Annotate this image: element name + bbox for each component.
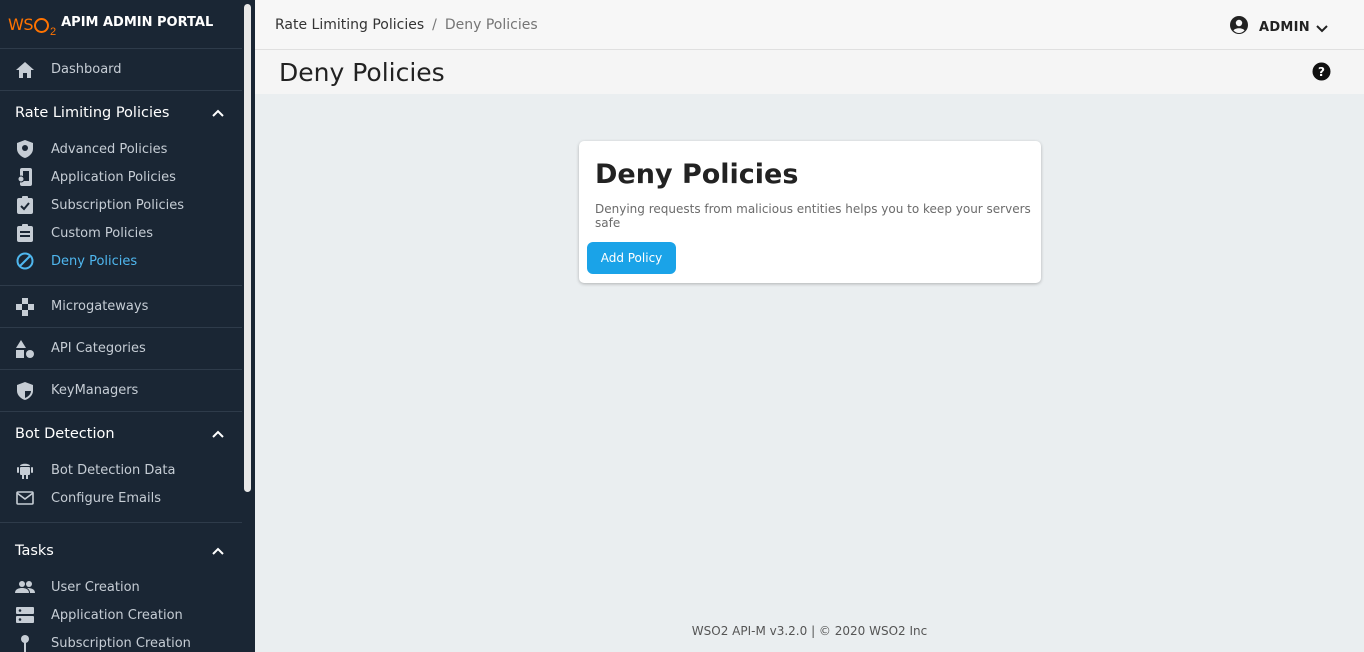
sidebar-item-label: Application Creation [51,607,183,623]
tasks-section: Tasks User Creation Application Creation… [0,523,242,652]
custom-policy-icon [15,223,35,243]
svg-text:?: ? [1318,65,1325,79]
sidebar-item-dashboard[interactable]: Dashboard [0,49,242,91]
android-icon [15,460,35,480]
shield-icon [15,381,35,401]
brand-title: APIM ADMIN PORTAL [61,14,214,30]
sidebar-item-user-creation[interactable]: User Creation [0,573,242,601]
sidebar-item-deny-policies[interactable]: Deny Policies [0,247,242,275]
breadcrumb-current: Deny Policies [444,16,538,33]
sidebar-item-application-creation[interactable]: Application Creation [0,601,242,629]
sidebar-item-label: API Categories [51,341,146,356]
top-bar: Rate Limiting Policies / Deny Policies A… [255,0,1364,50]
subscription-policy-icon [15,195,35,215]
bot-detection-header[interactable]: Bot Detection [0,412,242,456]
sidebar-item-label: Advanced Policies [51,141,168,157]
sidebar-item-advanced-policies[interactable]: Advanced Policies [0,135,242,163]
advanced-policy-icon [15,139,35,159]
user-menu[interactable]: ADMIN [1229,15,1328,39]
footer: WSO2 API-M v3.2.0 | © 2020 WSO2 Inc [691,624,928,638]
storage-icon [15,605,35,625]
deny-policies-card: Deny Policies Denying requests from mali… [579,141,1041,283]
section-title: Rate Limiting Policies [15,105,170,121]
category-icon [15,339,35,359]
pin-icon [15,633,35,652]
breadcrumb: Rate Limiting Policies / Deny Policies [275,17,538,33]
page-header: Deny Policies ? [255,50,1364,94]
add-policy-button[interactable]: Add Policy [587,242,676,274]
card-title: Deny Policies [595,159,799,190]
account-circle-icon [1229,15,1249,39]
rate-limiting-section: Rate Limiting Policies Advanced Policies… [0,91,242,286]
sidebar-item-label: Subscription Policies [51,197,184,213]
sidebar: WS 2 APIM ADMIN PORTAL Dashboard Rate Lim… [0,0,242,652]
sidebar-item-label: Microgateways [51,299,149,314]
home-icon [15,60,35,80]
card-description: Denying requests from malicious entities… [595,202,1031,230]
users-icon [15,577,35,597]
page-title: Deny Policies [279,57,445,87]
application-policy-icon [15,167,35,187]
sidebar-item-label: Dashboard [51,62,122,77]
chevron-down-icon [1316,18,1328,37]
sidebar-item-keymanagers[interactable]: KeyManagers [0,370,242,412]
help-icon[interactable]: ? [1312,62,1331,86]
chevron-up-icon [212,105,224,121]
breadcrumb-separator: / [432,16,437,33]
bot-detection-section: Bot Detection Bot Detection Data Configu… [0,412,242,523]
chevron-up-icon [212,426,224,442]
sidebar-item-label: Subscription Creation [51,635,191,651]
microgateway-icon [15,297,35,317]
sidebar-item-subscription-creation[interactable]: Subscription Creation [0,629,242,652]
sidebar-item-subscription-policies[interactable]: Subscription Policies [0,191,242,219]
sidebar-scrollbar-thumb[interactable] [244,4,251,492]
rate-limiting-header[interactable]: Rate Limiting Policies [0,91,242,135]
sidebar-item-label: Configure Emails [51,490,161,506]
email-icon [15,488,35,508]
sidebar-item-label: User Creation [51,579,140,595]
sidebar-item-label: KeyManagers [51,383,139,398]
sidebar-item-microgateways[interactable]: Microgateways [0,286,242,328]
breadcrumb-link-rate-limiting[interactable]: Rate Limiting Policies [275,17,424,33]
sidebar-item-custom-policies[interactable]: Custom Policies [0,219,242,247]
sidebar-item-configure-emails[interactable]: Configure Emails [0,484,242,512]
brand-header[interactable]: WS 2 APIM ADMIN PORTAL [0,0,242,49]
wso2-logo: WS 2 [8,14,57,38]
tasks-header[interactable]: Tasks [0,529,242,573]
sidebar-item-label: Application Policies [51,169,176,185]
chevron-up-icon [212,543,224,559]
sidebar-item-bot-detection-data[interactable]: Bot Detection Data [0,456,242,484]
sidebar-item-api-categories[interactable]: API Categories [0,328,242,370]
sidebar-item-label: Deny Policies [51,253,138,269]
section-title: Tasks [15,543,54,559]
sidebar-item-application-policies[interactable]: Application Policies [0,163,242,191]
sidebar-item-label: Custom Policies [51,225,154,241]
deny-icon [15,251,35,271]
sidebar-item-label: Bot Detection Data [51,462,176,478]
section-title: Bot Detection [15,426,115,442]
user-name: ADMIN [1258,19,1310,35]
